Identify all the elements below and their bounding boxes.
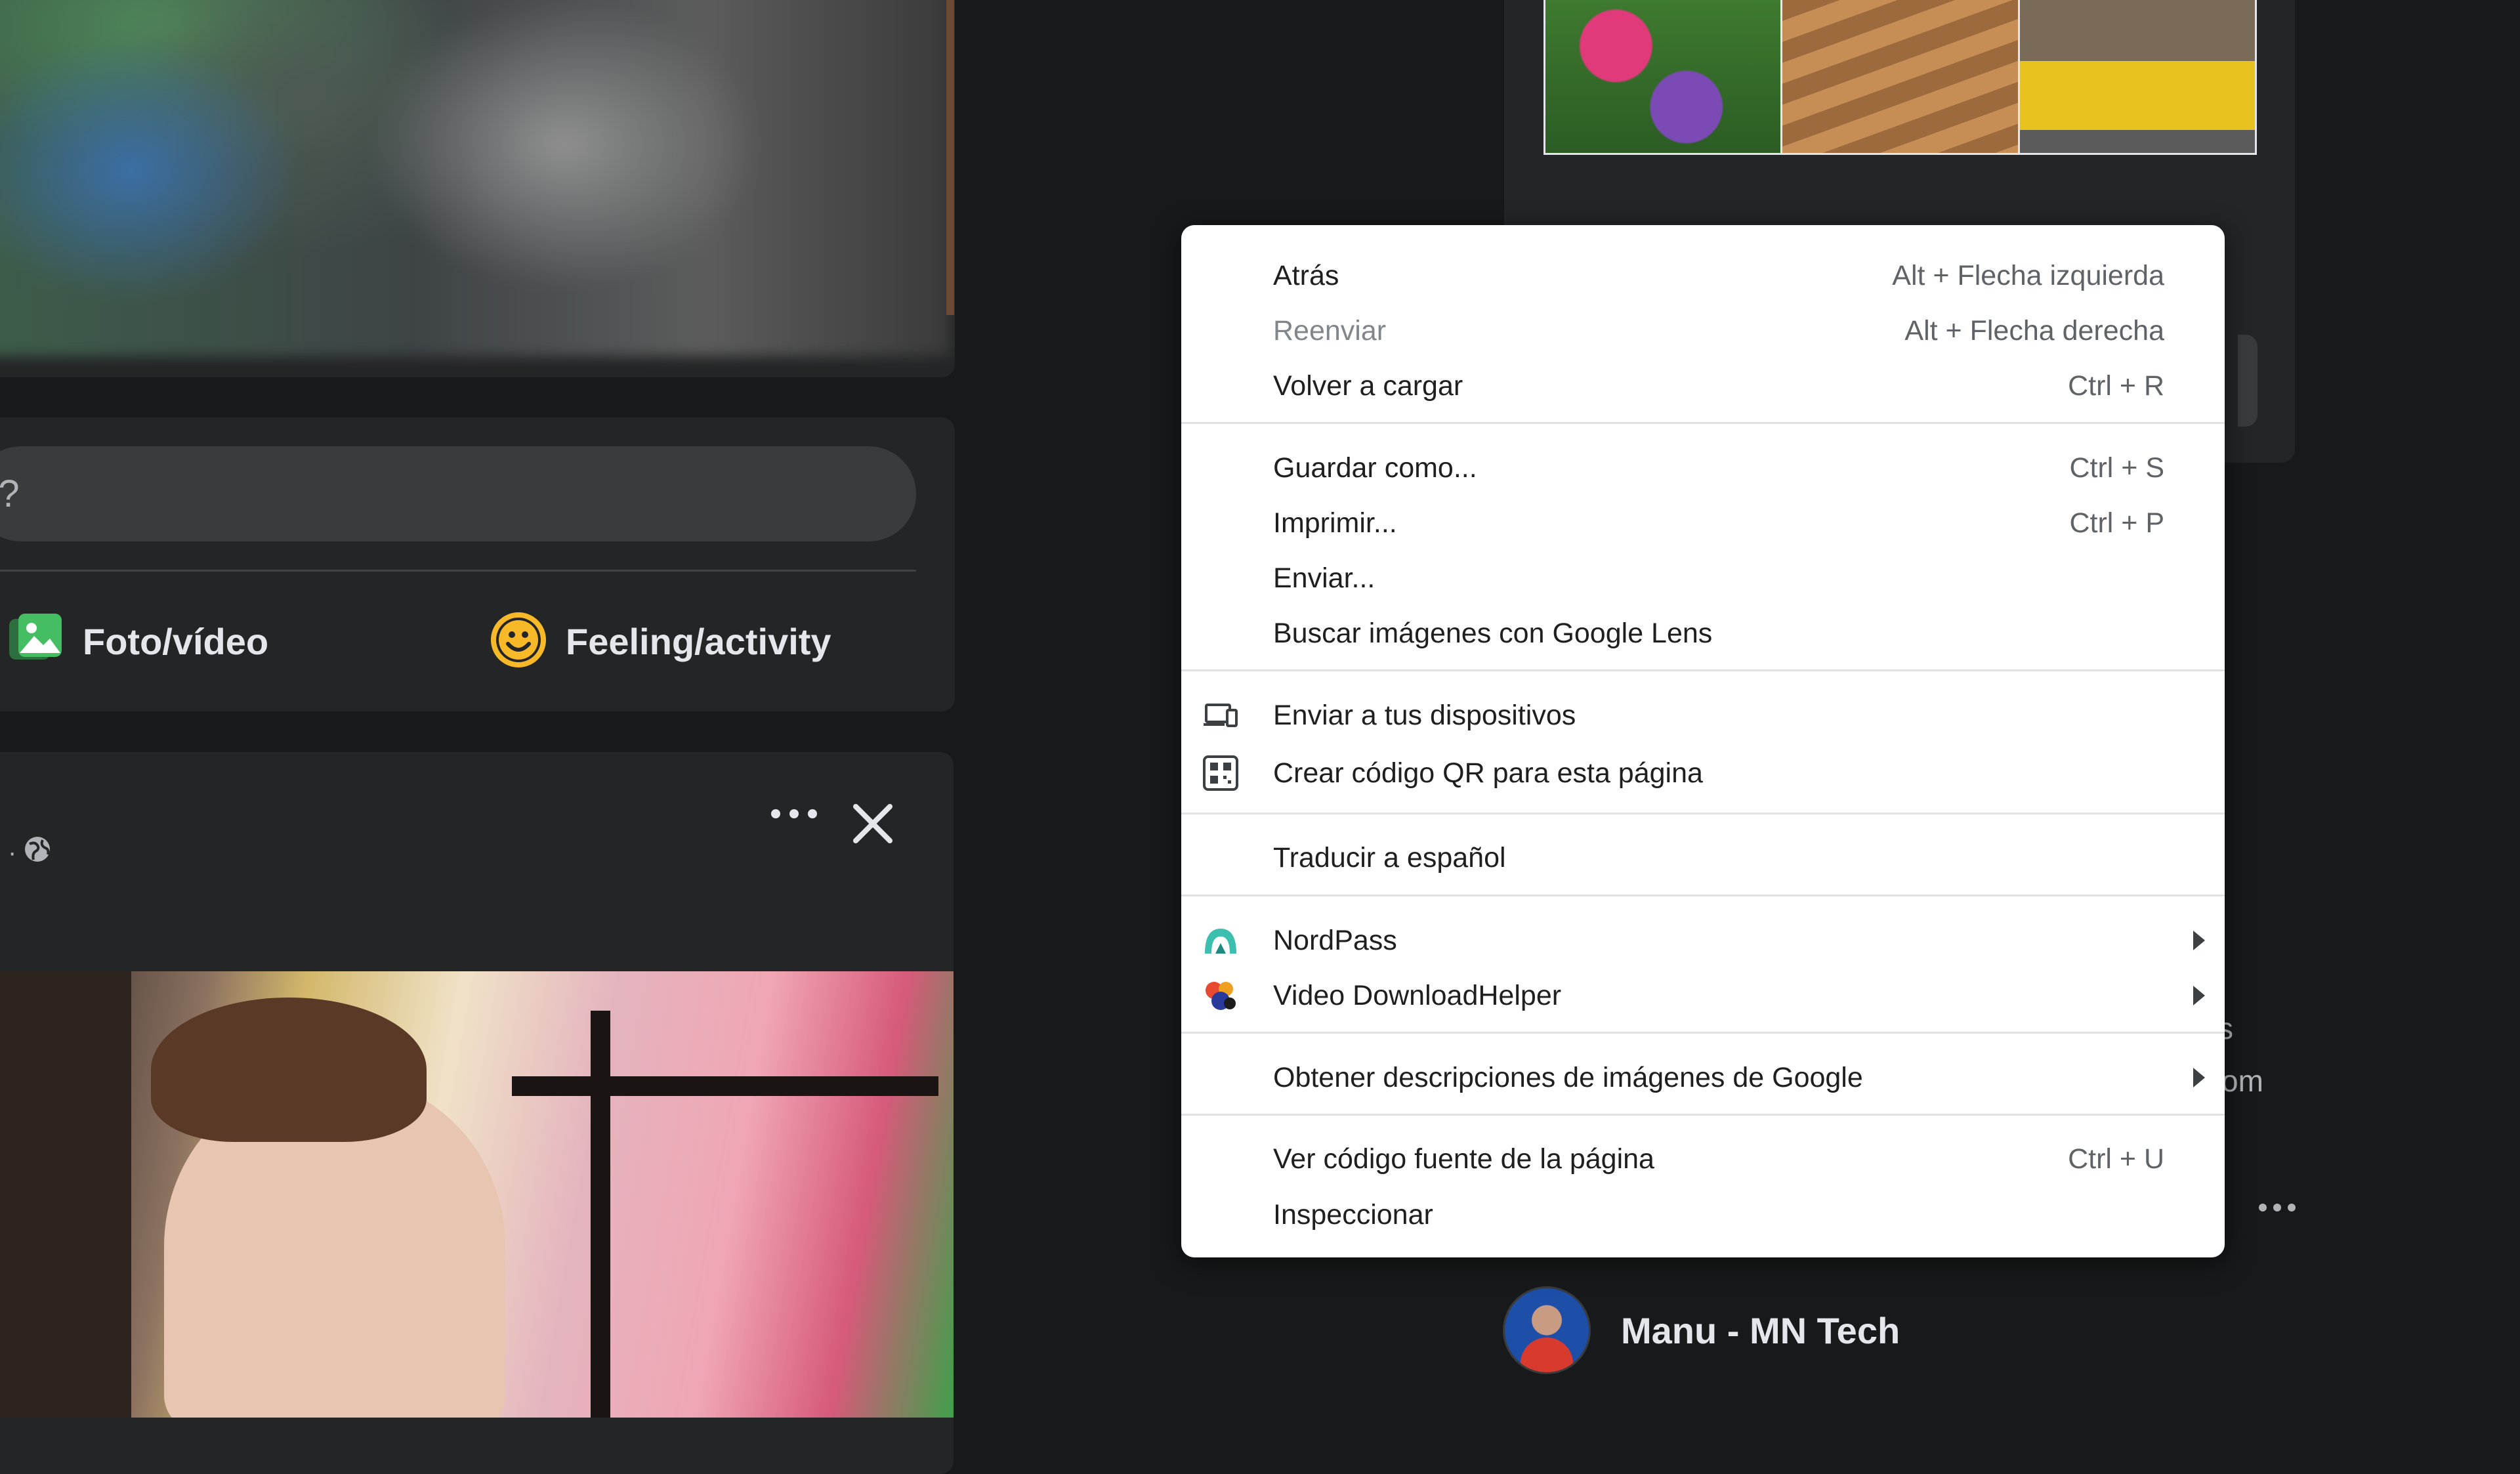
- feeling-activity-label: Feeling/activity: [566, 620, 831, 662]
- blurred-post-image[interactable]: [0, 0, 950, 356]
- menu-item-label: Traducir a español: [1273, 842, 1506, 874]
- menu-item-back[interactable]: Atrás Alt + Flecha izquierda: [1181, 248, 2225, 303]
- composer-placeholder: uel?: [0, 473, 20, 515]
- gallery-thumb[interactable]: [1545, 0, 1781, 153]
- menu-item-print[interactable]: Imprimir... Ctrl + P: [1181, 495, 2225, 551]
- feed-post-card-top: [0, 0, 955, 377]
- close-icon[interactable]: [847, 797, 899, 853]
- menu-item-label: Enviar...: [1273, 562, 1376, 594]
- menu-item-label: Imprimir...: [1273, 507, 1397, 539]
- gallery-thumb[interactable]: [1782, 0, 2018, 153]
- submenu-arrow-icon: [2193, 1068, 2205, 1087]
- sidebar-input-edge: [2238, 335, 2258, 427]
- photo-background-bar: [512, 1076, 938, 1096]
- menu-separator: [1181, 1114, 2225, 1116]
- menu-item-label: Crear código QR para esta página: [1273, 757, 1703, 789]
- menu-item-label: Atrás: [1273, 260, 1339, 291]
- menu-item-image-descriptions[interactable]: Obtener descripciones de imágenes de Goo…: [1181, 1050, 2225, 1105]
- globe-icon: [23, 835, 52, 870]
- menu-item-video-downloadhelper[interactable]: Video DownloadHelper: [1181, 968, 2225, 1023]
- menu-item-translate[interactable]: Traducir a español: [1181, 830, 2225, 885]
- menu-item-label: Ver código fuente de la página: [1273, 1143, 1654, 1175]
- menu-item-save-as[interactable]: Guardar como... Ctrl + S: [1181, 440, 2225, 495]
- menu-separator: [1181, 895, 2225, 896]
- submenu-arrow-icon: [2193, 931, 2205, 950]
- menu-item-shortcut: Ctrl + R: [2068, 370, 2164, 402]
- menu-item-google-lens[interactable]: Buscar imágenes con Google Lens: [1181, 606, 2225, 661]
- more-options-icon[interactable]: [2258, 1201, 2297, 1217]
- menu-item-shortcut: Ctrl + P: [2069, 507, 2164, 539]
- menu-item-reload[interactable]: Volver a cargar Ctrl + R: [1181, 358, 2225, 413]
- photo-icon: [5, 610, 66, 673]
- post-more-options-icon[interactable]: [768, 807, 820, 824]
- image-gallery: [1544, 0, 2257, 155]
- menu-separator: [1181, 669, 2225, 671]
- post-meta-separator: ·: [8, 837, 17, 867]
- gallery-thumb[interactable]: [2019, 0, 2255, 153]
- menu-separator: [1181, 422, 2225, 424]
- menu-item-forward[interactable]: Reenviar Alt + Flecha derecha: [1181, 303, 2225, 358]
- menu-item-label: Video DownloadHelper: [1273, 980, 1562, 1011]
- video-downloadhelper-icon: [1201, 980, 1240, 1011]
- menu-item-inspect[interactable]: Inspeccionar: [1181, 1187, 2225, 1242]
- menu-item-label: Volver a cargar: [1273, 370, 1463, 402]
- photo-background-frame: [591, 1011, 610, 1418]
- menu-item-nordpass[interactable]: NordPass: [1181, 913, 2225, 968]
- photo-video-button[interactable]: Foto/vídeo: [5, 605, 268, 677]
- menu-item-shortcut: Ctrl + U: [2068, 1143, 2164, 1175]
- menu-item-send[interactable]: Enviar...: [1181, 551, 2225, 606]
- post-meta: ·: [8, 835, 52, 870]
- nordpass-icon: [1201, 925, 1240, 956]
- smiley-icon: [488, 610, 549, 673]
- partial-text: om: [2221, 1064, 2263, 1098]
- composer-divider: [0, 570, 916, 572]
- composer-card: uel? Foto/vídeo Feeling/activity: [0, 417, 955, 711]
- menu-item-shortcut: Ctrl + S: [2069, 452, 2164, 484]
- avatar[interactable]: [1503, 1286, 1591, 1374]
- composer-input[interactable]: uel?: [0, 446, 916, 541]
- menu-item-shortcut: Alt + Flecha izquierda: [1892, 260, 2164, 291]
- profile-entry[interactable]: Manu - MN Tech: [1503, 1286, 1900, 1374]
- feeling-activity-button[interactable]: Feeling/activity: [488, 605, 831, 677]
- post-photo[interactable]: [0, 971, 954, 1418]
- photo-person-hair: [151, 998, 427, 1142]
- menu-separator: [1181, 812, 2225, 814]
- image-edge: [946, 0, 954, 315]
- qr-code-icon: [1201, 755, 1240, 791]
- menu-item-label: Buscar imágenes con Google Lens: [1273, 618, 1713, 649]
- menu-item-label: Guardar como...: [1273, 452, 1477, 484]
- photo-video-label: Foto/vídeo: [83, 620, 269, 662]
- menu-item-label: Inspeccionar: [1273, 1199, 1433, 1231]
- submenu-arrow-icon: [2193, 986, 2205, 1005]
- menu-item-view-source[interactable]: Ver código fuente de la página Ctrl + U: [1181, 1131, 2225, 1187]
- menu-item-qr-code[interactable]: Crear código QR para esta página: [1181, 746, 2225, 801]
- menu-item-label: Obtener descripciones de imágenes de Goo…: [1273, 1062, 1863, 1093]
- menu-separator: [1181, 1032, 2225, 1034]
- menu-item-send-to-devices[interactable]: Enviar a tus dispositivos: [1181, 688, 2225, 743]
- devices-icon: [1201, 700, 1240, 731]
- menu-item-label: Reenviar: [1273, 315, 1387, 347]
- photo-person-left: [0, 971, 131, 1418]
- menu-item-label: NordPass: [1273, 925, 1397, 956]
- menu-item-shortcut: Alt + Flecha derecha: [1904, 315, 2164, 347]
- profile-name[interactable]: Manu - MN Tech: [1621, 1309, 1900, 1352]
- context-menu: Atrás Alt + Flecha izquierda Reenviar Al…: [1181, 225, 2225, 1257]
- menu-item-label: Enviar a tus dispositivos: [1273, 700, 1576, 731]
